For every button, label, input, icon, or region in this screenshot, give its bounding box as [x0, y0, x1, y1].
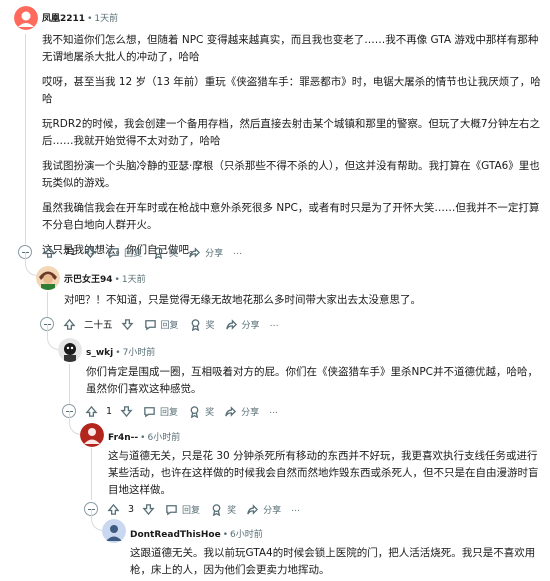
award-button[interactable]: 奖 [183, 401, 219, 421]
username[interactable]: DontReadThisHoe [130, 530, 221, 540]
upvote-button[interactable] [58, 314, 81, 334]
comment-paragraph: 虽然我确信我会在开车时或在枪战中意外杀死很多 NPC，或者有时只是为了开怀大笑…… [42, 202, 540, 231]
award-button[interactable]: 奖 [184, 314, 220, 334]
downvote-button[interactable] [79, 242, 102, 262]
comment-meta: 凤凰2211 • 1天前 [42, 14, 119, 24]
comment-icon [108, 247, 119, 258]
username[interactable]: s_wkj [86, 348, 113, 358]
comment-paragraph: 我试图扮演一个头脑冷静的亚瑟·摩根（只杀那些不得不杀的人），但这并没有帮助。我打… [42, 160, 540, 189]
upvote-button[interactable] [102, 499, 125, 519]
avatar[interactable] [58, 338, 82, 362]
share-icon [225, 318, 237, 330]
more-options-button[interactable]: … [228, 242, 247, 262]
downvote-button[interactable] [115, 401, 138, 421]
upvote-icon [63, 318, 76, 330]
comment-meta: DontReadThisHoe • 6小时前 [130, 530, 263, 540]
share-icon [189, 246, 201, 258]
comment-paragraph: 你们肯定是围成一圈，互相吸着对方的屁。你们在《侠盗猎车手》里杀NPC并不道德优越… [86, 366, 539, 395]
vote-count: 71 [64, 246, 77, 258]
username[interactable]: Fr4n-- [108, 433, 138, 443]
comment-paragraph: 哎呀，甚至当我 12 岁（13 年前）重玩《侠盗猎车手：罪恶都市》时，电锯大屠杀… [42, 76, 541, 105]
downvote-icon [84, 246, 97, 258]
avatar[interactable] [14, 6, 38, 30]
more-options-button[interactable]: … [286, 499, 305, 519]
reply-button[interactable]: 回复 [102, 242, 147, 262]
comment-paragraph: 玩RDR2的时候，我会创建一个备用存档，然后直接去射击某个城镇和那里的警察。但玩… [42, 118, 541, 147]
avatar[interactable] [102, 519, 126, 543]
vote-count: 二十五 [84, 320, 113, 331]
avatar[interactable] [80, 423, 104, 447]
comment-body: 你们肯定是围成一圈，互相吸着对方的屁。你们在《侠盗猎车手》里杀NPC并不道德优越… [86, 364, 544, 406]
upvote-icon [43, 246, 56, 258]
username[interactable]: 凤凰2211 [42, 14, 85, 24]
reply-button[interactable]: 回复 [138, 401, 183, 421]
comment-body: 这跟道德无关。我以前玩GTA4的时候会锁上医院的门，把人活活烧死。我只是不喜欢用… [130, 545, 542, 581]
upvote-icon [85, 405, 98, 417]
thread-connector [25, 252, 37, 276]
thread-connector [69, 411, 81, 435]
more-options-button[interactable]: … [264, 401, 283, 421]
comment-meta: 示巴女王94 • 1天前 [64, 275, 146, 285]
downvote-button[interactable] [137, 499, 160, 519]
comment-icon [166, 504, 177, 515]
share-button[interactable]: 分享 [220, 314, 265, 334]
reply-button[interactable]: 回复 [139, 314, 184, 334]
comment-paragraph: 这与道德无关，只是花 30 分钟杀死所有移动的东西并不好玩，我更喜欢执行支线任务… [108, 450, 539, 496]
comment-actions: 3 回复 奖 分享 … [102, 499, 305, 519]
timestamp: 1天前 [94, 14, 119, 24]
timestamp: 6小时前 [230, 530, 263, 540]
thread-line[interactable] [91, 448, 92, 500]
username[interactable]: 示巴女王94 [64, 275, 113, 285]
thread-connector [91, 509, 103, 531]
vote-count: 3 [128, 503, 135, 515]
award-button[interactable]: 奖 [205, 499, 241, 519]
comment-icon [144, 406, 155, 417]
share-icon [247, 503, 259, 515]
vote-count: 1 [106, 405, 113, 417]
share-button[interactable]: 分享 [183, 242, 228, 262]
more-options-button[interactable]: … [265, 314, 284, 334]
thread-connector [47, 324, 59, 350]
thread-line[interactable] [69, 364, 70, 404]
comment-paragraph: 我不知道你们怎么想，但随着 NPC 变得越来越真实，而且我也变老了……我不再像 … [42, 34, 539, 63]
comment-actions: 1 回复 奖 分享 … [80, 401, 283, 421]
comment-paragraph: 对吧？！不知道，只是觉得无缘无故地花那么多时间带大家出去太没意思了。 [64, 294, 421, 306]
upvote-button[interactable] [38, 242, 61, 262]
award-icon [191, 318, 199, 331]
award-icon [190, 405, 199, 418]
downvote-icon [142, 503, 155, 515]
comment-actions: 71 回复 奖 分享 … [38, 242, 247, 262]
share-icon [225, 405, 237, 417]
upvote-icon [107, 503, 120, 515]
reply-button[interactable]: 回复 [160, 499, 205, 519]
upvote-button[interactable] [80, 401, 103, 421]
share-button[interactable]: 分享 [219, 401, 264, 421]
downvote-button[interactable] [116, 314, 139, 334]
comment-meta: s_wkj • 7小时前 [86, 348, 156, 358]
comment-icon [144, 319, 156, 330]
award-button[interactable]: 奖 [147, 242, 183, 262]
timestamp: 6小时前 [147, 433, 181, 443]
award-icon [212, 503, 221, 516]
comment-actions: 二十五 回复 奖 分享 … [58, 314, 284, 334]
comment-paragraph: 这跟道德无关。我以前玩GTA4的时候会锁上医院的门，把人活活烧死。我只是不喜欢用… [130, 547, 536, 576]
comment-body: 我不知道你们怎么想，但随着 NPC 变得越来越真实，而且我也变老了……我不再像 … [42, 32, 542, 267]
timestamp: 7小时前 [122, 348, 156, 358]
award-icon [154, 246, 163, 259]
thread-line[interactable] [25, 34, 26, 244]
share-button[interactable]: 分享 [241, 499, 286, 519]
comment-meta: Fr4n-- • 6小时前 [108, 433, 181, 443]
downvote-icon [120, 318, 134, 330]
downvote-icon [120, 405, 133, 417]
timestamp: 1天前 [121, 275, 146, 285]
avatar[interactable] [36, 266, 60, 290]
